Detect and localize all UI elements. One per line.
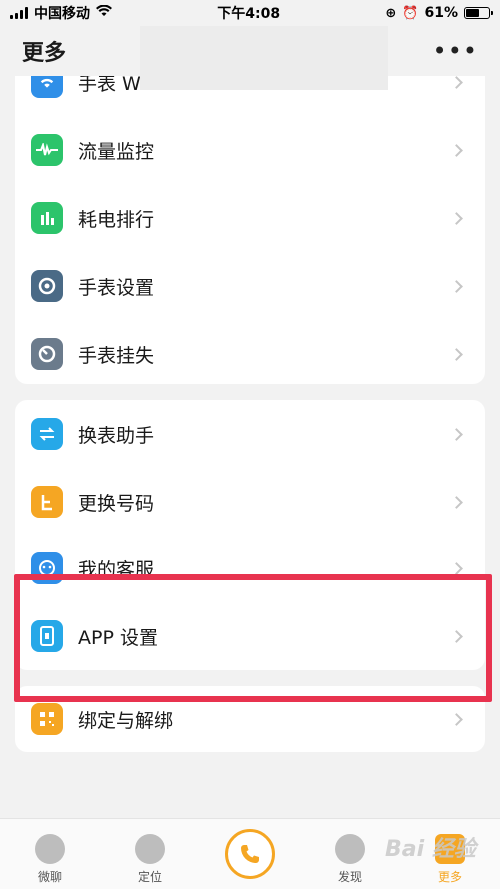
nav-label: 发现 xyxy=(337,870,362,884)
menu-item-label: 耗电排行 xyxy=(78,208,155,231)
discover-icon xyxy=(335,834,365,864)
status-bar: 中国移动 下午4:08 ⊕ ⏰ 61% xyxy=(0,0,500,26)
binding-card: 绑定与解绑 xyxy=(15,686,485,752)
customer-service-icon xyxy=(31,552,63,584)
menu-item-label: APP 设置 xyxy=(78,626,158,649)
chevron-right-icon xyxy=(450,629,463,643)
chevron-right-icon xyxy=(450,211,463,225)
chevron-right-icon xyxy=(450,143,463,157)
wifi-status-icon xyxy=(96,4,112,21)
menu-item-change-number[interactable]: 更换号码 xyxy=(15,468,485,536)
nav-label: 定位 xyxy=(137,870,162,884)
menu-item-switch-watch[interactable]: 换表助手 xyxy=(15,400,485,468)
status-right: ⊕ ⏰ 61% xyxy=(385,5,493,21)
phone-icon xyxy=(225,829,275,879)
location-icon xyxy=(135,834,165,864)
page-title: 更多 xyxy=(22,41,67,66)
menu-item-label: 手表设置 xyxy=(78,276,155,299)
menu-item-app-settings[interactable]: APP 设置 xyxy=(15,602,485,670)
change-number-icon xyxy=(31,486,63,518)
menu-item-traffic-monitor[interactable]: 流量监控 xyxy=(15,116,485,184)
battery-icon xyxy=(464,7,493,19)
clock: 下午4:08 xyxy=(217,6,281,22)
status-left: 中国移动 xyxy=(10,3,112,23)
watermark: Bai 经验 xyxy=(385,837,476,862)
alarm-icon: ⏰ xyxy=(402,5,419,21)
chevron-right-icon xyxy=(450,712,463,726)
nav-item-chat[interactable]: 微聊 xyxy=(0,819,100,889)
chevron-right-icon xyxy=(450,347,463,361)
more-options-button[interactable]: ••• xyxy=(433,37,478,65)
app-settings-icon xyxy=(31,620,63,652)
chevron-right-icon xyxy=(450,427,463,441)
lock-rotation-icon: ⊕ xyxy=(385,5,397,21)
menu-item-bind-unbind[interactable]: 绑定与解绑 xyxy=(15,686,485,752)
menu-item-label: 换表助手 xyxy=(78,424,155,447)
menu-item-watch-lost[interactable]: 手表挂失 xyxy=(15,320,485,384)
chevron-right-icon xyxy=(450,495,463,509)
swap-icon xyxy=(31,418,63,450)
menu-item-customer-service[interactable]: 我的客服 xyxy=(15,534,485,602)
menu-item-power-ranking[interactable]: 耗电排行 xyxy=(15,184,485,252)
chat-icon xyxy=(35,834,65,864)
menu-item-label: 更换号码 xyxy=(78,492,155,515)
nav-item-location[interactable]: 定位 xyxy=(100,819,200,889)
watch-settings-card: 手表 W 流量监控 耗电排行 手表设置 手表挂失 xyxy=(15,62,485,384)
menu-item-label: 我的客服 xyxy=(78,558,155,581)
chevron-right-icon xyxy=(450,561,463,575)
menu-item-watch-settings[interactable]: 手表设置 xyxy=(15,252,485,320)
waveform-icon xyxy=(31,134,63,166)
watch-lost-icon xyxy=(31,338,63,370)
qr-code-icon xyxy=(31,703,63,735)
signal-icon xyxy=(10,7,28,19)
service-card: 换表助手 更换号码 我的客服 APP 设置 xyxy=(15,400,485,670)
menu-item-label: 绑定与解绑 xyxy=(78,709,174,732)
battery-fill xyxy=(466,9,480,17)
menu-item-label: 流量监控 xyxy=(78,140,155,163)
menu-item-label: 手表挂失 xyxy=(78,344,155,367)
redacted-area xyxy=(140,26,388,90)
chevron-right-icon xyxy=(450,75,463,89)
watch-settings-icon xyxy=(31,270,63,302)
bar-chart-icon xyxy=(31,202,63,234)
chevron-right-icon xyxy=(450,279,463,293)
battery-percent: 61% xyxy=(424,5,458,21)
carrier-label: 中国移动 xyxy=(34,6,90,22)
nav-item-call[interactable] xyxy=(200,819,300,889)
nav-label: 微聊 xyxy=(37,870,62,884)
